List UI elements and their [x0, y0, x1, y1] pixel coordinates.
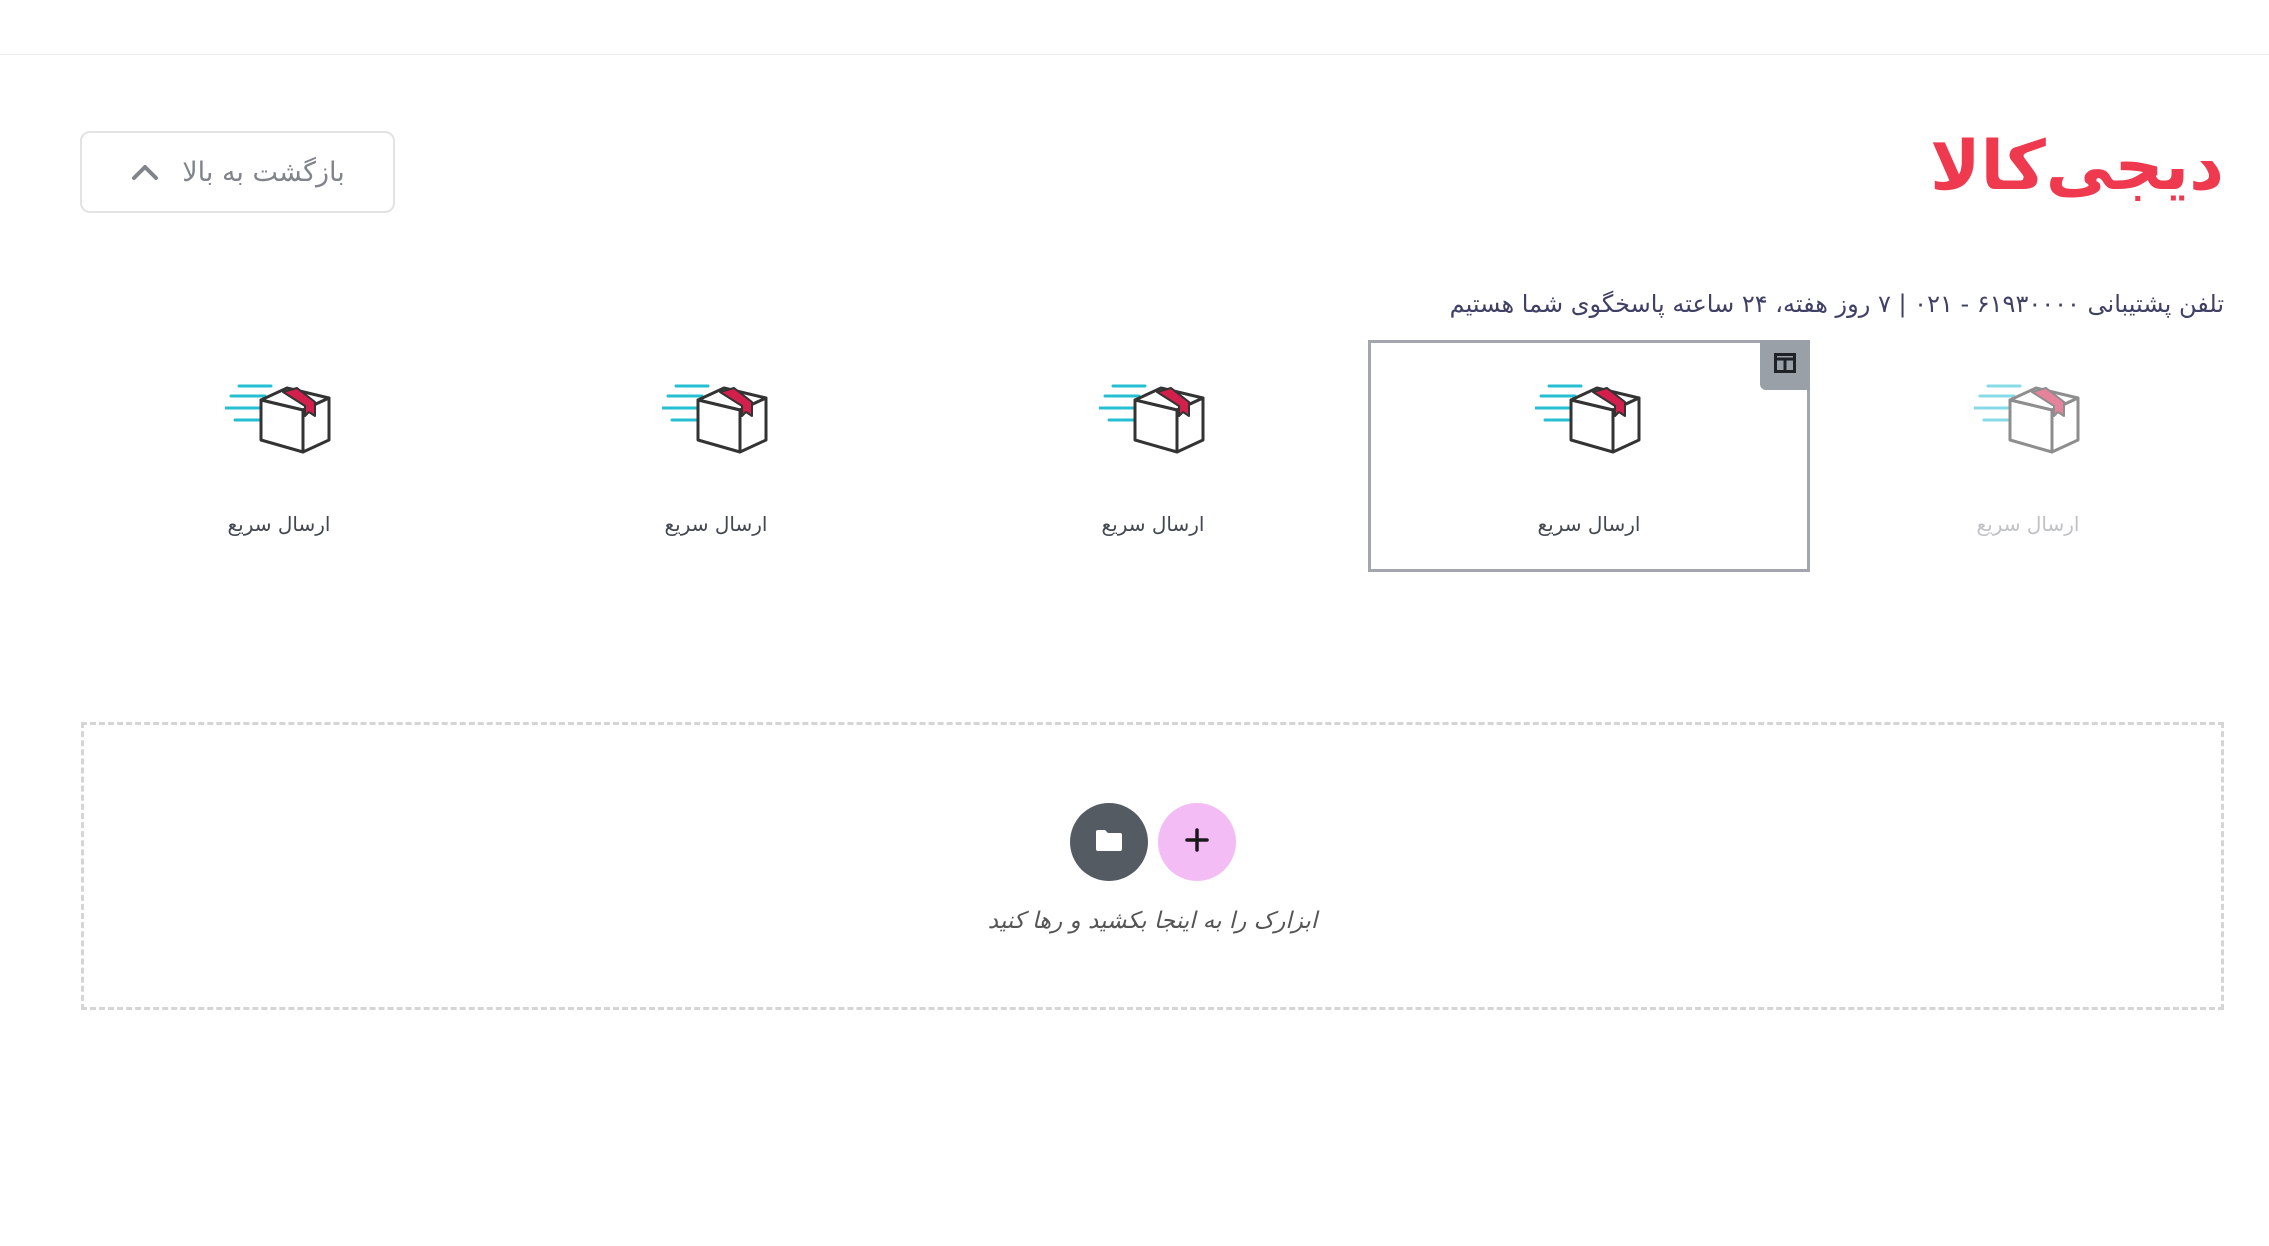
- digikala-logo[interactable]: دیجی‌کالا: [1930, 128, 2226, 206]
- feature-fast-delivery[interactable]: ارسال سریع: [58, 340, 500, 572]
- feature-label: ارسال سریع: [227, 512, 331, 536]
- fast-delivery-icon: [1972, 376, 2082, 456]
- fast-delivery-icon: [1097, 376, 1207, 456]
- top-bar: [0, 0, 2269, 55]
- back-to-top-label: بازگشت به بالا: [182, 156, 345, 188]
- feature-fast-delivery[interactable]: ارسال سریع: [495, 340, 937, 572]
- support-phone-text: تلفن پشتیبانی ۶۱۹۳۰۰۰۰ - ۰۲۱ | ۷ روز هفت…: [1449, 290, 2224, 318]
- chevron-up-icon: [130, 162, 160, 182]
- column-handle[interactable]: [1760, 340, 1810, 390]
- widget-drop-zone[interactable]: ابزارک را به اینجا بکشید و رها کنید: [81, 722, 2224, 1010]
- drop-zone-actions: [1069, 803, 1236, 881]
- feature-label: ارسال سریع: [1101, 512, 1205, 536]
- fast-delivery-icon: [660, 376, 770, 456]
- plus-icon: [1184, 827, 1210, 857]
- folder-icon: [1094, 827, 1124, 857]
- features-row: ارسال سریع ارسال سریع ارسال سریع ارسال س…: [0, 340, 2269, 572]
- feature-fast-delivery[interactable]: ارسال سریع: [1368, 340, 1810, 572]
- add-template-button[interactable]: [1069, 803, 1148, 881]
- drop-zone-hint: ابزارک را به اینجا بکشید و رها کنید: [987, 908, 1318, 934]
- column-icon: [1774, 353, 1796, 377]
- feature-label: ارسال سریع: [1537, 512, 1641, 536]
- back-to-top-button[interactable]: بازگشت به بالا: [80, 131, 395, 213]
- feature-fast-delivery[interactable]: ارسال سریع: [1807, 340, 2249, 572]
- fast-delivery-icon: [223, 376, 333, 456]
- feature-label: ارسال سریع: [1976, 512, 2080, 536]
- add-section-button[interactable]: [1157, 803, 1236, 881]
- feature-fast-delivery[interactable]: ارسال سریع: [932, 340, 1374, 572]
- fast-delivery-icon: [1533, 376, 1643, 456]
- feature-label: ارسال سریع: [664, 512, 768, 536]
